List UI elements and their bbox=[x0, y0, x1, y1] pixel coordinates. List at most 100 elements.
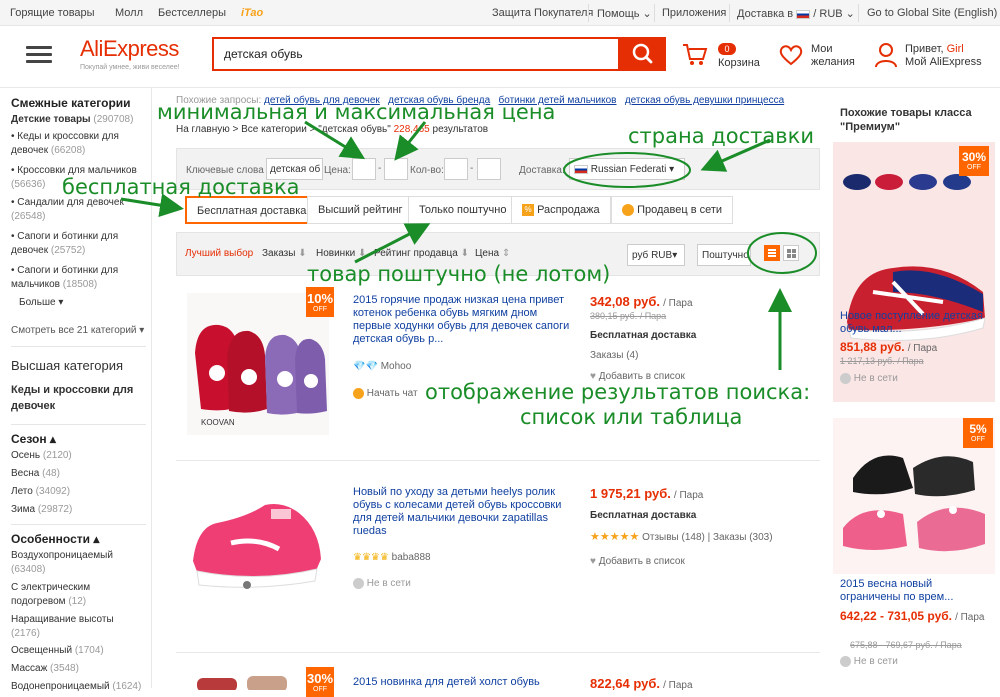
shipping-info: Бесплатная доставка bbox=[590, 510, 697, 521]
max-price-input[interactable] bbox=[384, 158, 408, 180]
sort-best-match[interactable]: Лучший выбор bbox=[185, 248, 253, 259]
crown-icon: ♛♛♛♛ bbox=[353, 552, 389, 563]
product-image[interactable] bbox=[187, 487, 329, 597]
top-category-link[interactable]: Кеды и кроссовки для девочек bbox=[11, 382, 146, 414]
sidebar-item-children[interactable]: Детские товары (290708) bbox=[11, 114, 133, 125]
feature-item[interactable]: Воздухопроницаемый (63408) bbox=[11, 549, 141, 577]
ship-to-menu[interactable]: Доставка в / RUB ⌄ bbox=[737, 7, 855, 20]
aliexpress-logo[interactable]: AliExpress bbox=[80, 36, 179, 62]
features-title[interactable]: Особенности ▴ bbox=[11, 532, 99, 546]
sort-orders[interactable]: Заказы ⬇ bbox=[262, 248, 307, 259]
sidebar-item-category[interactable]: • Сандалии для девочек (26548) bbox=[11, 196, 141, 224]
min-price-input[interactable] bbox=[352, 158, 376, 180]
search-input[interactable]: детская обувь bbox=[212, 37, 620, 71]
buyer-protection-link[interactable]: Защита Покупателя bbox=[492, 7, 593, 19]
grid-view-button[interactable] bbox=[783, 245, 799, 261]
chat-button[interactable]: Начать чат bbox=[353, 388, 418, 399]
similar-search-link[interactable]: детская обувь девушки принцесса bbox=[625, 95, 784, 106]
old-price: 1 217,13 руб. / Пара bbox=[840, 356, 924, 366]
sidebar-item-category[interactable]: • Кеды и кроссовки для девочек (66208) bbox=[11, 130, 141, 158]
quantity-label: Кол-во: bbox=[410, 165, 444, 176]
premium-title: Похожие товары класса "Премиум" bbox=[840, 107, 972, 133]
hot-products-link[interactable]: Горящие товары bbox=[10, 7, 95, 19]
unit-select[interactable]: Поштучно bbox=[697, 244, 751, 266]
discount-badge: 10% OFF bbox=[306, 287, 334, 317]
header: AliExpress Покупай умнее, живи веселее! … bbox=[0, 26, 1000, 88]
product-price: 1 975,21 руб. / Пара bbox=[590, 486, 704, 501]
russia-flag-icon bbox=[574, 164, 588, 174]
cart-icon bbox=[683, 44, 708, 65]
season-title[interactable]: Сезон ▴ bbox=[11, 432, 56, 446]
ship-country-select[interactable]: Russian Federati ▾ bbox=[569, 158, 685, 180]
wishlist-label[interactable]: Мои желания bbox=[811, 43, 855, 69]
currency-select[interactable]: руб RUB▾ bbox=[627, 244, 685, 266]
top-rated-filter[interactable]: Высший рейтинг bbox=[307, 196, 414, 224]
mall-link[interactable]: Молл bbox=[115, 7, 143, 19]
orders-count[interactable]: Заказы (4) bbox=[590, 350, 638, 361]
product-title[interactable]: 2015 новинка для детей холст обувь bbox=[353, 676, 575, 689]
help-menu[interactable]: Помощь ⌄ bbox=[597, 7, 652, 20]
itao-logo[interactable]: iTao bbox=[241, 7, 263, 19]
seller-online-filter[interactable]: Продавец в сети bbox=[611, 196, 734, 224]
sidebar-item-category[interactable]: • Сапоги и ботинки для мальчиков (18508) bbox=[11, 264, 141, 292]
russia-flag-icon bbox=[796, 9, 811, 19]
feature-item[interactable]: Водонепроницаемый (1624) bbox=[11, 680, 141, 694]
more-categories-toggle[interactable]: Больше ▾ bbox=[19, 296, 63, 310]
season-item[interactable]: Весна (48) bbox=[11, 467, 60, 481]
product-title[interactable]: Новый по уходу за детьми heelys ролик об… bbox=[353, 486, 575, 538]
result-count: 228,465 bbox=[393, 124, 430, 135]
top-bar: Горящие товары Молл Бестселлеры iTao Защ… bbox=[0, 0, 1000, 26]
rating-orders[interactable]: ★★★★★ Отзывы (148) | Заказы (303) bbox=[590, 530, 773, 543]
grid-view-icon bbox=[787, 249, 796, 258]
discount-badge: 30% OFF bbox=[959, 146, 989, 176]
season-item[interactable]: Осень (2120) bbox=[11, 449, 72, 463]
sort-newest[interactable]: Новинки ⬇ bbox=[316, 248, 366, 259]
search-button[interactable] bbox=[620, 37, 666, 71]
sidebar-item-category[interactable]: • Сапоги и ботинки для девочек (25752) bbox=[11, 230, 141, 258]
premium-product-title[interactable]: Новое поступление детская обувь мал... bbox=[840, 310, 990, 336]
sort-price[interactable]: Цена ⇕ bbox=[475, 248, 510, 259]
feature-item[interactable]: С электрическим подогревом (12) bbox=[11, 581, 141, 609]
wishlist-button[interactable] bbox=[778, 43, 804, 70]
related-categories-title: Смежные категории bbox=[11, 96, 131, 110]
cart-label[interactable]: Корзина bbox=[718, 57, 760, 69]
sort-seller-rating[interactable]: Рейтинг продавца ⬇ bbox=[374, 248, 469, 259]
see-all-categories[interactable]: Смотреть все 21 категорий ▾ bbox=[11, 324, 144, 338]
menu-icon[interactable] bbox=[26, 42, 52, 67]
bestsellers-link[interactable]: Бестселлеры bbox=[158, 7, 226, 19]
apps-link[interactable]: Приложения bbox=[662, 7, 726, 19]
single-item-filter[interactable]: Только поштучно bbox=[408, 196, 518, 224]
annotation-view-mode: отображение результатов поиска: bbox=[425, 380, 811, 404]
feature-item[interactable]: Массаж (3548) bbox=[11, 662, 79, 676]
sale-filter[interactable]: % Распродажа bbox=[511, 196, 611, 224]
premium-product-title[interactable]: 2015 весна новый ограничены по врем... bbox=[840, 578, 990, 604]
account-button[interactable] bbox=[874, 42, 898, 71]
max-quantity-input[interactable] bbox=[477, 158, 501, 180]
annotation-view-mode-2: список или таблица bbox=[520, 405, 743, 429]
breadcrumb[interactable]: На главную > Все категории > "детская об… bbox=[176, 124, 488, 135]
shipping-info: Бесплатная доставка bbox=[590, 330, 697, 341]
product-price: 822,64 руб. / Пара bbox=[590, 676, 693, 691]
free-shipping-filter[interactable]: Бесплатная доставка bbox=[185, 196, 319, 224]
seller-status: Не в сети bbox=[840, 373, 898, 384]
feature-item[interactable]: Наращивание высоты (2176) bbox=[11, 613, 141, 641]
old-price: 380,15 руб. / Пара bbox=[590, 311, 667, 321]
logo-tagline: Покупай умнее, живи веселее! bbox=[80, 64, 180, 71]
add-to-wishlist[interactable]: ♥ Добавить в список bbox=[590, 556, 685, 567]
list-view-button[interactable] bbox=[764, 245, 780, 261]
product-title[interactable]: 2015 горячие продаж низкая цена привет к… bbox=[353, 294, 575, 346]
seller-info[interactable]: 💎💎 Mohoo bbox=[353, 361, 411, 372]
premium-products-sidebar: Похожие товары класса "Премиум" 30% OFF Н… bbox=[830, 98, 1000, 688]
account-label[interactable]: Привет, Girl Мой AliExpress bbox=[905, 43, 982, 69]
seller-info[interactable]: ♛♛♛♛ baba888 bbox=[353, 552, 431, 563]
global-site-link[interactable]: Go to Global Site (English) bbox=[867, 7, 997, 19]
annotation-single-item: товар поштучно (не лотом) bbox=[307, 262, 611, 286]
search-icon bbox=[632, 43, 653, 64]
min-quantity-input[interactable] bbox=[444, 158, 468, 180]
old-price: 675,88 - 769,67 руб. / Пара bbox=[850, 640, 962, 650]
season-item[interactable]: Зима (29872) bbox=[11, 503, 72, 517]
feature-item[interactable]: Освещенный (1704) bbox=[11, 644, 104, 658]
season-item[interactable]: Лето (34092) bbox=[11, 485, 70, 499]
offline-icon bbox=[840, 373, 851, 384]
cart-button[interactable] bbox=[682, 42, 708, 71]
